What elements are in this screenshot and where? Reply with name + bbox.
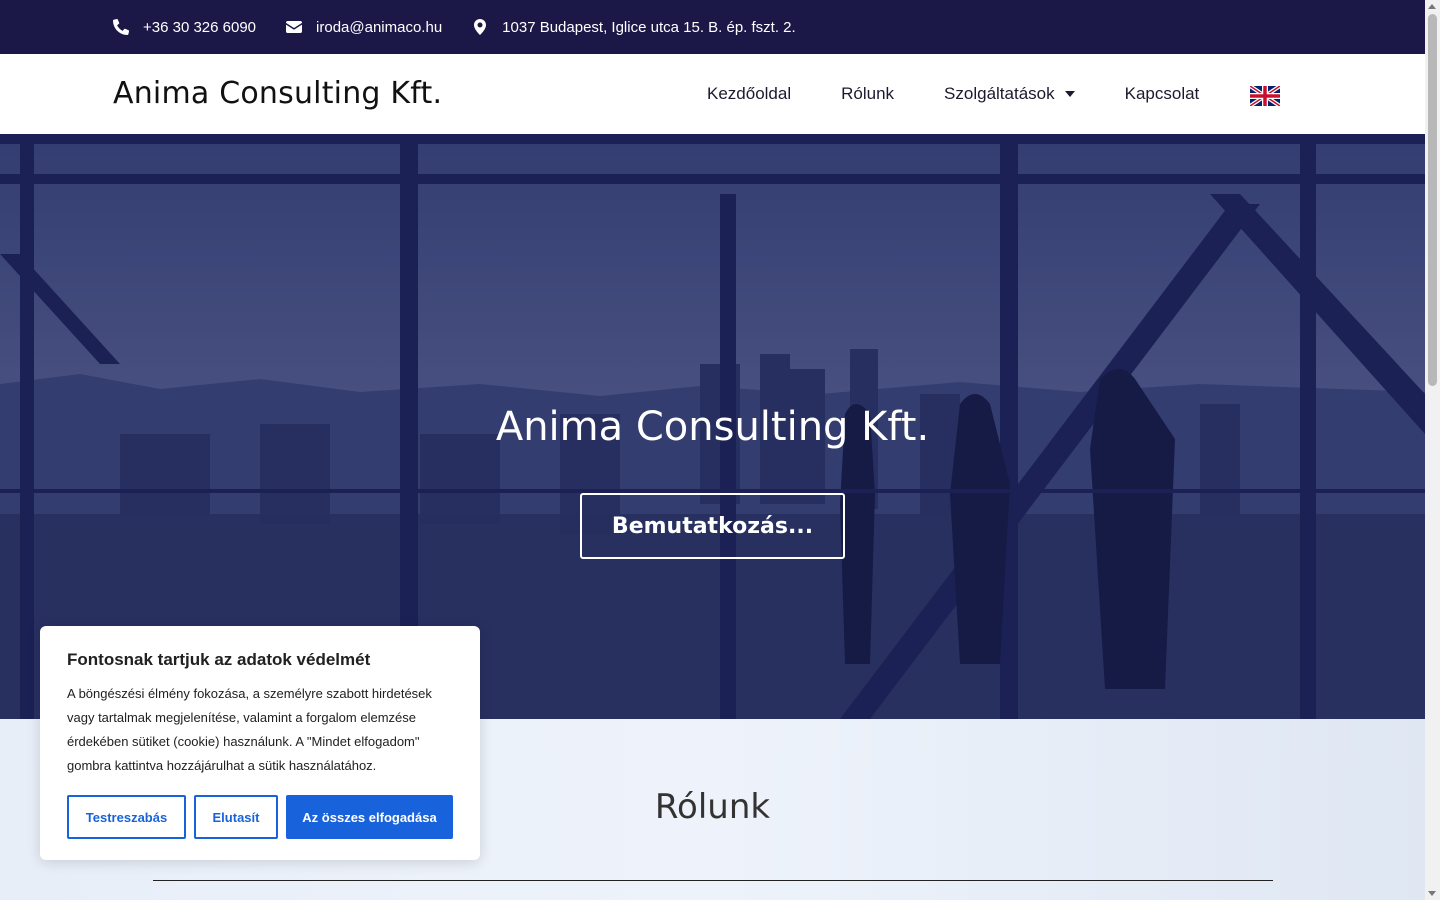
scroll-up-icon[interactable] — [1428, 4, 1436, 9]
cookie-description: A böngészési élmény fokozása, a személyr… — [67, 686, 432, 773]
cookie-consent-banner: Fontosnak tartjuk az adatok védelmét A b… — [40, 626, 480, 860]
cookie-accept-all-button[interactable]: Az összes elfogadása — [286, 795, 453, 839]
scrollbar-thumb[interactable] — [1428, 14, 1437, 386]
email-address: iroda@animaco.hu — [316, 18, 443, 36]
phone-icon — [113, 19, 129, 35]
site-header: Anima Consulting Kft. Kezdőoldal Rólunk … — [0, 54, 1425, 134]
section-divider — [153, 880, 1273, 881]
phone-info[interactable]: +36 30 326 6090 — [113, 19, 256, 36]
nav-item-contact[interactable]: Kapcsolat — [1125, 84, 1200, 104]
nav-label: Kezdőoldal — [707, 84, 792, 103]
page-scrollbar[interactable] — [1425, 0, 1440, 900]
cookie-title: Fontosnak tartjuk az adatok védelmét — [67, 650, 371, 669]
caret-down-icon — [1064, 91, 1075, 97]
page: +36 30 326 6090 iroda@animaco.hu 1037 Bu… — [0, 0, 1440, 900]
nav-item-home[interactable]: Kezdőoldal — [707, 84, 791, 104]
address-info: 1037 Budapest, Iglice utca 15. B. ép. fs… — [472, 19, 796, 36]
nav-item-services[interactable]: Szolgáltatások — [944, 84, 1075, 104]
phone-number: +36 30 326 6090 — [143, 18, 257, 36]
cookie-customize-button[interactable]: Testreszabás — [67, 795, 186, 839]
hero-title: Anima Consulting Kft. — [495, 404, 930, 450]
uk-flag-icon[interactable] — [1250, 86, 1280, 106]
nav-label: Szolgáltatások — [944, 84, 1055, 103]
main-nav: Kezdőoldal Rólunk Szolgáltatások Kapcsol… — [707, 54, 1249, 134]
envelope-icon — [286, 19, 303, 35]
map-marker-icon — [472, 19, 488, 35]
address-text: 1037 Budapest, Iglice utca 15. B. ép. fs… — [502, 18, 796, 36]
top-contact-bar: +36 30 326 6090 iroda@animaco.hu 1037 Bu… — [0, 0, 1425, 54]
nav-label: Kapcsolat — [1124, 84, 1200, 103]
intro-button[interactable]: Bemutatkozás... — [580, 493, 845, 559]
nav-item-about[interactable]: Rólunk — [841, 84, 894, 104]
cookie-reject-button[interactable]: Elutasít — [194, 795, 278, 839]
site-logo-text[interactable]: Anima Consulting Kft. — [113, 76, 442, 111]
nav-label: Rólunk — [841, 84, 895, 103]
scroll-down-icon[interactable] — [1428, 891, 1436, 896]
email-info[interactable]: iroda@animaco.hu — [286, 19, 442, 36]
